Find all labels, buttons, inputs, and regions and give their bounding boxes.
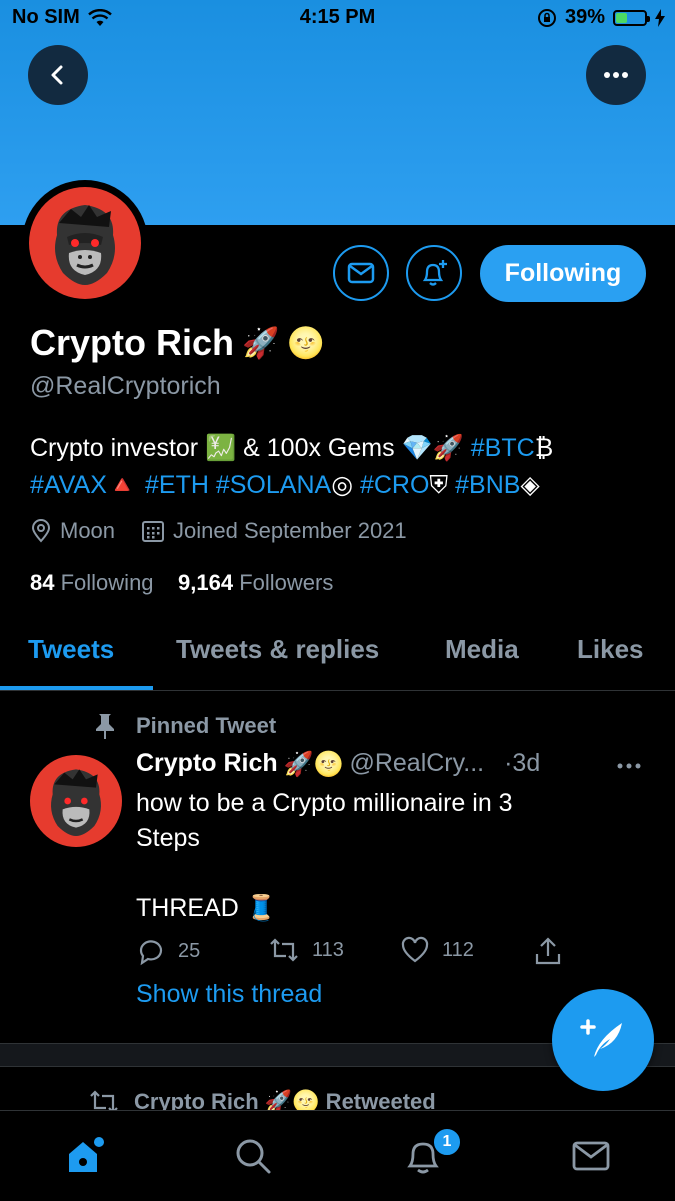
follow-stats: 84 Following 9,164 Followers (30, 570, 333, 596)
followers-link[interactable]: 9,164 Followers (178, 570, 333, 595)
joined-date: Joined September 2021 (173, 518, 407, 543)
hashtag-link[interactable]: #BNB (448, 471, 520, 499)
tweet-handle: @RealCry... (349, 749, 485, 777)
message-button[interactable] (333, 245, 389, 301)
profile-bio: Crypto investor 💹 & 100x Gems 💎🚀 #BTC₿ #… (30, 430, 650, 504)
reply-icon (139, 940, 163, 966)
heart-icon (401, 936, 429, 963)
notification-badge: 1 (432, 1127, 462, 1157)
author-emojis: 🚀🌝 (283, 749, 344, 778)
more-horizontal-icon (604, 72, 628, 78)
share-icon (535, 937, 561, 965)
location-pin-icon (31, 519, 51, 543)
bio-text: ◎ (331, 471, 354, 499)
hashtag-link[interactable]: #AVAX (30, 471, 107, 499)
location-text: Moon (60, 518, 116, 543)
reply-count: 25 (178, 939, 201, 962)
tweet-header: Crypto Rich 🚀🌝 @RealCry... ·3d (136, 749, 540, 778)
calendar-icon (142, 521, 165, 542)
bio-line: Crypto investor 💹 & 100x Gems 💎🚀 #BTC₿ (30, 430, 650, 467)
following-button[interactable]: Following (480, 245, 646, 302)
moon-emoji: 🌝 (287, 325, 325, 361)
tweet-avatar[interactable] (30, 755, 122, 847)
search-icon (236, 1139, 271, 1174)
tweet-text: how to be a Crypto millionaire in 3 Step… (136, 789, 513, 922)
bottom-navigation (0, 1110, 675, 1201)
more-horizontal-icon (617, 763, 641, 769)
tab-tweets[interactable]: Tweets (28, 634, 114, 665)
pinned-indicator: Pinned Tweet (92, 712, 276, 740)
compose-tweet-button[interactable] (552, 989, 654, 1091)
profile-handle: @RealCryptorich (30, 372, 221, 400)
reply-button[interactable]: 25 (136, 936, 200, 966)
retweet-button[interactable]: 113 (268, 936, 344, 964)
bio-text: & 100x Gems (236, 434, 402, 462)
show-thread-link[interactable]: Show this thread (136, 980, 322, 1009)
retweet-count: 113 (312, 938, 344, 961)
following-count: 84 (30, 570, 55, 595)
gorilla-avatar-icon (55, 205, 115, 285)
chevron-left-icon (51, 65, 63, 85)
rocket-emoji: 🚀 (242, 325, 280, 361)
envelope-icon (347, 262, 375, 284)
like-button[interactable]: 112 (400, 936, 474, 964)
charging-bolt-icon (655, 8, 665, 27)
pin-icon (96, 714, 114, 739)
bell-plus-icon (422, 260, 447, 286)
battery-level (616, 12, 627, 23)
like-count: 112 (442, 938, 474, 961)
tweet-author[interactable]: Crypto Rich (136, 749, 278, 778)
home-icon (69, 1137, 104, 1172)
more-options-button[interactable] (586, 45, 646, 105)
share-button[interactable] (534, 936, 562, 966)
compose-feather-icon (580, 1019, 622, 1057)
nav-messages[interactable] (566, 1131, 616, 1181)
tab-media[interactable]: Media (445, 634, 519, 665)
tweet-actions: 25 113 112 (136, 932, 576, 972)
active-tab-indicator (0, 686, 153, 690)
followers-label: Followers (239, 570, 334, 595)
hashtag-link[interactable]: #ETH #SOLANA (138, 471, 331, 499)
gorilla-avatar-icon (51, 769, 101, 836)
pinned-label: Pinned Tweet (136, 713, 277, 738)
bio-text: Crypto investor (30, 434, 206, 462)
orientation-lock-icon (537, 8, 556, 27)
profile-avatar[interactable] (22, 180, 148, 306)
bio-line: #AVAX🔺 #ETH #SOLANA◎ #CRO⛨ #BNB◈ (30, 467, 650, 504)
profile-meta: Moon Joined September 2021 (30, 518, 407, 544)
profile-tabs: Tweets Tweets & replies Media Likes (0, 620, 675, 691)
back-button[interactable] (28, 45, 88, 105)
bio-text: 💹 (205, 434, 237, 462)
notifications-toggle-button[interactable] (406, 245, 462, 301)
nav-home[interactable] (60, 1131, 110, 1181)
followers-count: 9,164 (178, 570, 234, 595)
hashtag-link[interactable]: #BTC (464, 434, 535, 462)
following-link[interactable]: 84 Following (30, 570, 154, 595)
battery-percent: 39% (564, 6, 605, 28)
bio-text: ⛨ (429, 471, 449, 499)
profile-name: Crypto Rich 🚀 🌝 (30, 322, 325, 364)
tweet-menu-button[interactable] (616, 750, 642, 776)
tweet-time: ·3d (504, 749, 541, 777)
envelope-icon (572, 1141, 610, 1171)
following-label: Following (60, 570, 154, 595)
bio-text: 💎🚀 (401, 434, 464, 462)
bio-text: 🔺 (106, 471, 139, 499)
hashtag-link[interactable]: #CRO (353, 471, 429, 499)
tab-likes[interactable]: Likes (577, 634, 644, 665)
tab-tweets-replies[interactable]: Tweets & replies (176, 634, 379, 665)
battery-icon (613, 9, 650, 26)
nav-search[interactable] (228, 1131, 278, 1181)
status-bar: No SIM 4:15 PM 39% (0, 0, 675, 40)
retweet-icon (270, 938, 298, 962)
bio-text: ◈ (520, 471, 540, 499)
bio-text: ₿ (534, 434, 554, 462)
profile-name-text: Crypto Rich (30, 322, 235, 363)
